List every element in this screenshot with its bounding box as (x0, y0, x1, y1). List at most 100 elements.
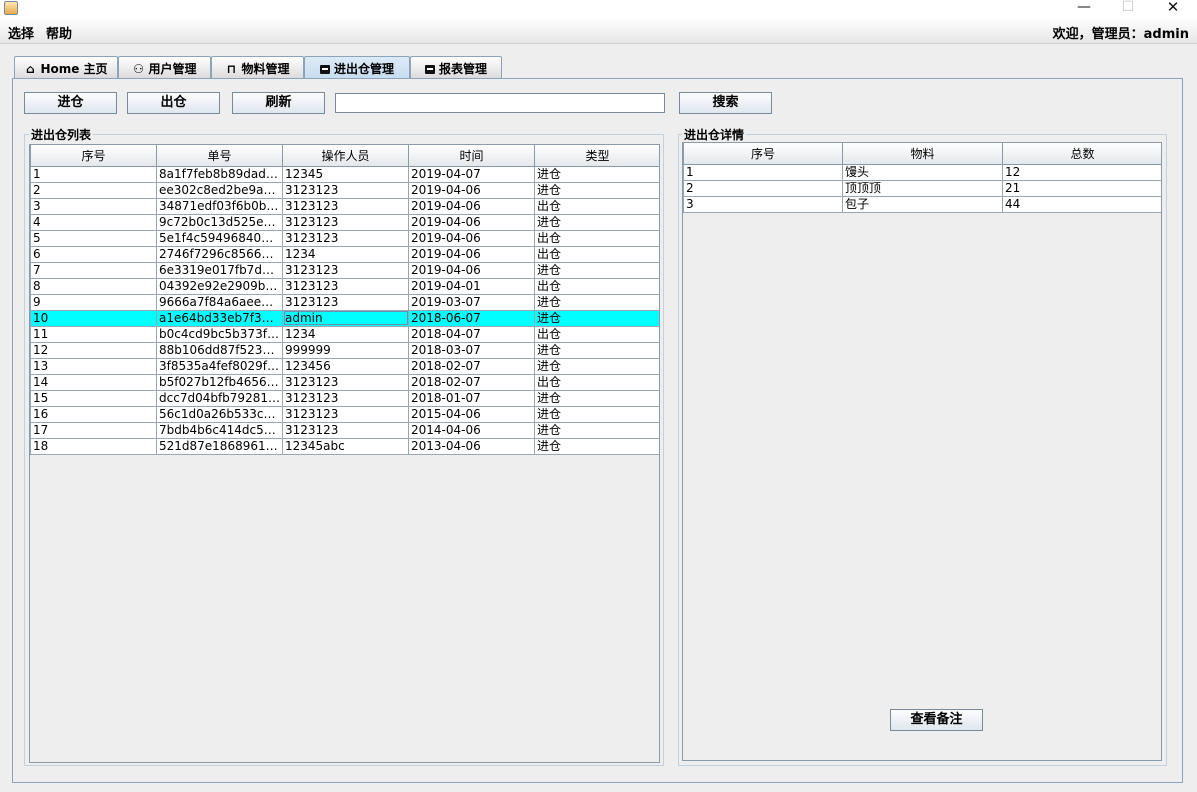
table-cell[interactable]: 12 (1002, 163, 1161, 181)
table-cell[interactable]: 进仓 (534, 405, 659, 423)
table-cell[interactable]: ee302c8ed2be9a84... (156, 181, 283, 199)
table-cell[interactable]: 9666a7f84a6aeee6c... (156, 293, 283, 311)
table-cell[interactable]: 3123123 (282, 213, 409, 231)
table-cell[interactable]: 3123123 (282, 389, 409, 407)
table-cell[interactable]: 34871edf03f6b0bed... (156, 197, 283, 215)
detail-table-container[interactable]: 序号 物料 总数 1 馒头 12 2 顶顶顶 21 3 包子 44 查看备注 (682, 142, 1162, 761)
table-row[interactable]: 11 b0c4cd9bc5b373fe4... 1234 2018-04-07 出仓 (30, 325, 659, 343)
table-cell[interactable]: 3123123 (282, 181, 409, 199)
table-cell[interactable]: 3123123 (282, 197, 409, 215)
table-row[interactable]: 3 包子 44 (683, 195, 1161, 213)
column-header[interactable]: 时间 (408, 145, 535, 167)
table-cell[interactable]: 14 (30, 373, 157, 391)
table-cell[interactable]: 2019-04-06 (408, 213, 535, 231)
column-header[interactable]: 物料 (842, 143, 1003, 165)
table-cell[interactable]: 3123123 (282, 261, 409, 279)
table-cell[interactable]: 4 (30, 213, 157, 231)
table-cell[interactable]: 2019-04-06 (408, 229, 535, 247)
table-cell[interactable]: 5 (30, 229, 157, 247)
table-row[interactable]: 14 b5f027b12fb4656e7... 3123123 2018-02-07 出… (30, 373, 659, 391)
table-cell[interactable]: 10 (30, 309, 157, 327)
table-cell[interactable]: 3f8535a4fef8029f1fe... (156, 357, 283, 375)
table-row[interactable]: 9 9666a7f84a6aeee6c... 3123123 2019-03-07 进仓 (30, 293, 659, 311)
table-cell[interactable]: dcc7d04bfb7928132... (156, 389, 283, 407)
view-remark-button[interactable]: 查看备注 (890, 709, 983, 731)
table-cell[interactable]: 6 (30, 245, 157, 263)
table-cell[interactable]: 21 (1002, 179, 1161, 197)
table-cell[interactable]: 44 (1002, 195, 1161, 213)
table-cell[interactable]: 出仓 (534, 197, 659, 215)
column-header[interactable]: 序号 (30, 145, 157, 167)
table-row[interactable]: 5 5e1f4c5949684050a... 3123123 2019-04-06 出仓 (30, 229, 659, 247)
table-cell[interactable]: 9 (30, 293, 157, 311)
table-cell[interactable]: 2018-03-07 (408, 341, 535, 359)
table-cell[interactable]: 12345abc (282, 437, 409, 455)
table-row[interactable]: 2 顶顶顶 21 (683, 179, 1161, 197)
table-cell[interactable]: 123456 (282, 357, 409, 375)
table-row[interactable]: 6 2746f7296c8566724... 1234 2019-04-06 出仓 (30, 245, 659, 263)
table-cell[interactable]: 进仓 (534, 309, 659, 327)
table-cell[interactable]: 5e1f4c5949684050a... (156, 229, 283, 247)
search-input[interactable] (335, 93, 665, 113)
table-cell[interactable]: 1 (30, 165, 157, 183)
table-cell[interactable]: 18 (30, 437, 157, 455)
table-cell[interactable]: 2019-04-07 (408, 165, 535, 183)
table-row[interactable]: 8 04392e92e2909b70... 3123123 2019-04-01 出仓 (30, 277, 659, 295)
table-cell[interactable]: 17 (30, 421, 157, 439)
minimize-button[interactable]: — (1064, 0, 1104, 16)
menu-help[interactable]: 帮助 (46, 23, 72, 42)
table-row[interactable]: 2 ee302c8ed2be9a84... 3123123 2019-04-06 进仓 (30, 181, 659, 199)
table-cell[interactable]: 2019-04-01 (408, 277, 535, 295)
column-header[interactable]: 单号 (156, 145, 283, 167)
list-table[interactable]: 序号 单号 操作人员 时间 类型 1 8a1f7feb8b89dad14... 1234 5 2… (30, 145, 659, 455)
table-cell[interactable]: 进仓 (534, 261, 659, 279)
table-cell[interactable]: 2018-02-07 (408, 373, 535, 391)
table-row[interactable]: 10 a1e64bd33eb7f368... admin 2018-06-07 进仓 (30, 309, 659, 327)
table-cell[interactable]: 进仓 (534, 341, 659, 359)
table-cell[interactable]: 11 (30, 325, 157, 343)
maximize-button[interactable]: ☐ (1108, 0, 1148, 16)
table-row[interactable]: 15 dcc7d04bfb7928132... 3123123 2018-01-07 进… (30, 389, 659, 407)
table-cell[interactable]: 1234 (282, 325, 409, 343)
table-cell[interactable]: 3 (683, 195, 843, 213)
table-cell[interactable]: 2015-04-06 (408, 405, 535, 423)
tab-users[interactable]: ⚇ 用户管理 (118, 56, 211, 78)
table-cell[interactable]: 999999 (282, 341, 409, 359)
stock-out-button[interactable]: 出仓 (127, 92, 220, 114)
table-cell[interactable]: 8a1f7feb8b89dad14... (156, 165, 283, 183)
table-cell[interactable]: 进仓 (534, 389, 659, 407)
search-button[interactable]: 搜索 (679, 92, 772, 114)
table-cell[interactable]: 进仓 (534, 293, 659, 311)
table-row[interactable]: 3 34871edf03f6b0bed... 3123123 2019-04-06 出仓 (30, 197, 659, 215)
table-row[interactable]: 7 6e3319e017fb7d7f3... 3123123 2019-04-06 进仓 (30, 261, 659, 279)
tab-materials[interactable]: ⊓ 物料管理 (211, 56, 304, 78)
table-cell[interactable]: 进仓 (534, 165, 659, 183)
column-header[interactable]: 操作人员 (282, 145, 409, 167)
table-cell[interactable]: 顶顶顶 (842, 179, 1003, 197)
column-header[interactable]: 序号 (683, 143, 843, 165)
table-row[interactable]: 17 7bdb4b6c414dc56d... 3123123 2014-04-06 进仓 (30, 421, 659, 439)
table-cell[interactable]: 13 (30, 357, 157, 375)
table-cell[interactable]: 进仓 (534, 437, 659, 455)
table-cell[interactable]: 2019-04-06 (408, 181, 535, 199)
table-cell[interactable]: 3123123 (282, 405, 409, 423)
table-cell[interactable]: 15 (30, 389, 157, 407)
table-cell[interactable]: 出仓 (534, 373, 659, 391)
table-cell[interactable]: 2019-04-06 (408, 245, 535, 263)
table-cell[interactable]: 进仓 (534, 181, 659, 199)
table-row[interactable]: 4 9c72b0c13d525edc... 3123123 2019-04-06 进仓 (30, 213, 659, 231)
table-cell[interactable]: 88b106dd87f52379... (156, 341, 283, 359)
table-cell[interactable]: 3123123 (282, 277, 409, 295)
table-cell[interactable]: 馒头 (842, 163, 1003, 181)
tab-reports[interactable]: 报表管理 (410, 56, 502, 78)
table-cell[interactable]: 进仓 (534, 213, 659, 231)
table-cell[interactable]: b5f027b12fb4656e7... (156, 373, 283, 391)
table-cell[interactable]: 3123123 (282, 373, 409, 391)
list-table-container[interactable]: 序号 单号 操作人员 时间 类型 1 8a1f7feb8b89dad14... 1234 5 2… (29, 144, 660, 763)
column-header[interactable]: 总数 (1002, 143, 1161, 165)
table-cell[interactable]: 3123123 (282, 229, 409, 247)
column-header[interactable]: 类型 (534, 145, 659, 167)
table-cell[interactable]: 1 (683, 163, 843, 181)
table-cell[interactable]: 9c72b0c13d525edc... (156, 213, 283, 231)
table-cell[interactable]: b0c4cd9bc5b373fe4... (156, 325, 283, 343)
